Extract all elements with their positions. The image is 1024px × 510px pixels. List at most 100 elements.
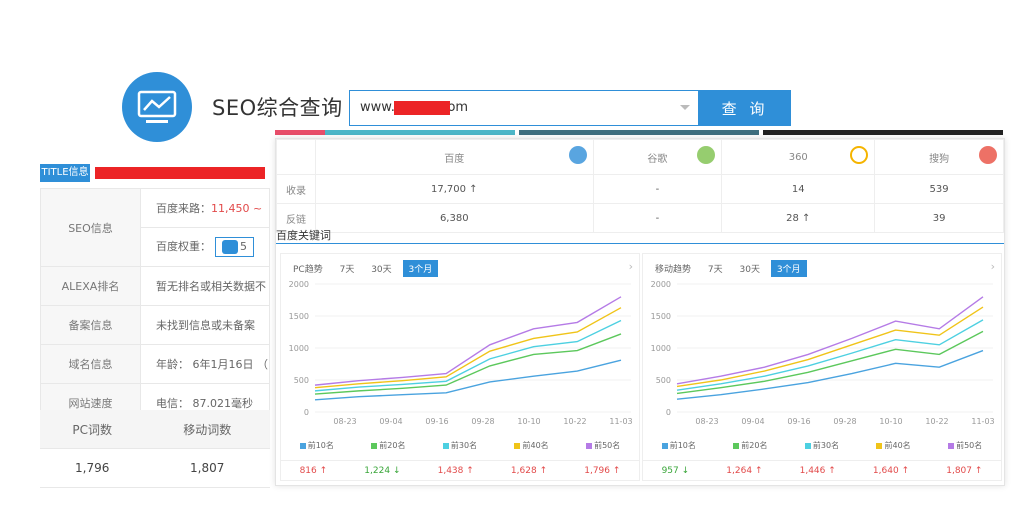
- 360-icon: [850, 146, 869, 164]
- x-tick-label: 10-22: [925, 417, 948, 426]
- y-tick-label: 1000: [651, 344, 671, 353]
- google-index: -: [592, 174, 723, 204]
- engine-table: 百度 谷歌 360 搜狗 收录 17,700 ↑ - 14 539 反链 6,3…: [276, 139, 1004, 233]
- rank-value[interactable]: 816 ↑: [300, 466, 328, 476]
- rank-value[interactable]: 1,807 ↑: [946, 466, 982, 476]
- color-strip: [275, 130, 325, 135]
- redacted-domain: [394, 101, 450, 115]
- y-tick-label: 1500: [651, 312, 671, 321]
- app-logo: [122, 72, 192, 142]
- y-tick-label: 0: [304, 408, 309, 417]
- index-label: 收录: [276, 174, 316, 204]
- x-tick-label: 09-28: [833, 417, 856, 426]
- title-tag: TITLE信息: [40, 164, 90, 182]
- baidu-paw-icon: [568, 146, 587, 164]
- paw-icon: [222, 240, 238, 254]
- x-tick-label: 09-16: [425, 417, 448, 426]
- color-strip: [325, 130, 515, 135]
- engine-google[interactable]: 谷歌: [592, 139, 723, 175]
- legend-item[interactable]: 前20名: [733, 440, 767, 451]
- mobile-trend-values: 957 ↓ 1,264 ↑ 1,446 ↑ 1,640 ↑ 1,807 ↑: [643, 460, 1001, 481]
- pc-trend-values: 816 ↑ 1,224 ↓ 1,438 ↑ 1,628 ↑ 1,796 ↑: [281, 460, 639, 481]
- mobile-trend-plot: 0 500 1000 1500 2000 08-23 09-04 09-16 09-28 10-1…: [651, 280, 995, 426]
- chevron-down-icon[interactable]: [680, 105, 690, 110]
- rank-value[interactable]: 957 ↓: [662, 466, 690, 476]
- legend-item[interactable]: 前50名: [586, 440, 620, 451]
- baidu-weight: 百度权重： 5: [140, 227, 270, 267]
- 360-backlinks[interactable]: 28 ↑: [721, 203, 876, 233]
- pc-words-header: PC词数: [40, 410, 145, 449]
- x-tick-label: 09-16: [787, 417, 810, 426]
- row-key: 备案信息: [40, 305, 141, 345]
- mobile-trend-legend: 前10名 前20名 前30名 前40名 前50名: [643, 440, 1001, 451]
- legend-item[interactable]: 前40名: [876, 440, 911, 451]
- seo-overview-panel: 百度 谷歌 360 搜狗 收录 17,700 ↑ - 14 539 反链 6,3…: [275, 138, 1005, 486]
- baidu-traffic: 百度来路：11,450 ~: [140, 188, 270, 228]
- legend-item[interactable]: 前10名: [661, 440, 696, 451]
- y-tick-label: 0: [666, 408, 671, 417]
- pc-trend-legend: 前10名 前20名 前30名 前40名 前50名: [281, 440, 639, 451]
- y-tick-label: 2000: [289, 280, 309, 289]
- rank-value[interactable]: 1,224 ↓: [364, 466, 400, 476]
- x-tick-label: 10-10: [517, 417, 540, 426]
- x-tick-label: 11-03: [971, 417, 994, 426]
- mobile-words-header: 移动词数: [144, 410, 270, 449]
- search-box[interactable]: [349, 90, 699, 126]
- redacted-title: [95, 167, 265, 179]
- legend-item[interactable]: 前10名: [299, 440, 334, 451]
- site-info-table: SEO信息 百度来路：11,450 ~ 百度权重： 5 ALEXA排名 暂无排名或相…: [40, 188, 270, 423]
- color-strip: [763, 130, 1003, 135]
- legend-item[interactable]: 前30名: [804, 440, 839, 451]
- series-line: [676, 296, 984, 385]
- pc-words-value: 1,796: [40, 448, 145, 488]
- query-button[interactable]: 查 询: [699, 90, 791, 126]
- section-divider: [276, 243, 1004, 244]
- rank-value[interactable]: 1,446 ↑: [800, 466, 836, 476]
- rank-value[interactable]: 1,640 ↑: [873, 466, 909, 476]
- pc-trend-chart: PC趋势 7天 30天 3个月 › 0 500 1000 1500 2000 08-23 0…: [280, 253, 640, 481]
- section-title: 百度关键词: [276, 229, 331, 242]
- x-tick-label: 09-04: [379, 417, 402, 426]
- baidu-index[interactable]: 17,700 ↑: [315, 174, 594, 204]
- mobile-words-value: 1,807: [144, 448, 270, 488]
- x-tick-label: 10-10: [879, 417, 902, 426]
- rank-value[interactable]: 1,264 ↑: [726, 466, 762, 476]
- engine-baidu[interactable]: 百度: [315, 139, 594, 175]
- series-line: [676, 349, 984, 400]
- row-key: ALEXA排名: [40, 266, 141, 306]
- rank-value[interactable]: 1,628 ↑: [511, 466, 547, 476]
- legend-item[interactable]: 前40名: [514, 440, 549, 451]
- sogou-icon: [979, 146, 997, 164]
- x-tick-label: 11-03: [609, 417, 632, 426]
- x-tick-label: 10-22: [563, 417, 586, 426]
- icp-value: 未找到信息或未备案: [140, 305, 270, 345]
- legend-item[interactable]: 前20名: [371, 440, 405, 451]
- 360-index[interactable]: 14: [721, 174, 876, 204]
- pc-trend-plot: 0 500 1000 1500 2000 08-23 09-04 09-16 09-28 10-1…: [289, 280, 633, 426]
- domain-value: 年龄： 6年1月16日 （: [140, 344, 270, 384]
- y-tick-label: 1000: [289, 344, 309, 353]
- x-tick-label: 09-04: [741, 417, 764, 426]
- engine-sogou[interactable]: 搜狗: [874, 139, 1004, 175]
- color-strip: [519, 130, 759, 135]
- y-tick-label: 2000: [651, 280, 671, 289]
- alexa-value: 暂无排名或相关数据不: [140, 266, 270, 306]
- rank-value[interactable]: 1,438 ↑: [438, 466, 474, 476]
- sogou-index[interactable]: 539: [874, 174, 1004, 204]
- legend-item[interactable]: 前30名: [442, 440, 477, 451]
- legend-item[interactable]: 前50名: [948, 440, 982, 451]
- x-tick-label: 09-28: [471, 417, 494, 426]
- google-plus-icon: [697, 146, 716, 164]
- rank-value[interactable]: 1,796 ↑: [584, 466, 620, 476]
- sogou-backlinks[interactable]: 39: [874, 203, 1004, 233]
- row-key: 域名信息: [40, 344, 141, 384]
- weight-badge[interactable]: 5: [215, 237, 254, 257]
- monitor-chart-icon: [137, 90, 177, 123]
- baidu-backlinks[interactable]: 6,380: [315, 203, 594, 233]
- app-title: SEO综合查询: [212, 96, 343, 120]
- engine-360[interactable]: 360: [721, 139, 876, 175]
- x-tick-label: 08-23: [333, 417, 356, 426]
- x-tick-label: 08-23: [695, 417, 718, 426]
- row-key: SEO信息: [40, 188, 141, 267]
- word-count-table: PC词数 移动词数 1,796 1,807: [40, 410, 270, 488]
